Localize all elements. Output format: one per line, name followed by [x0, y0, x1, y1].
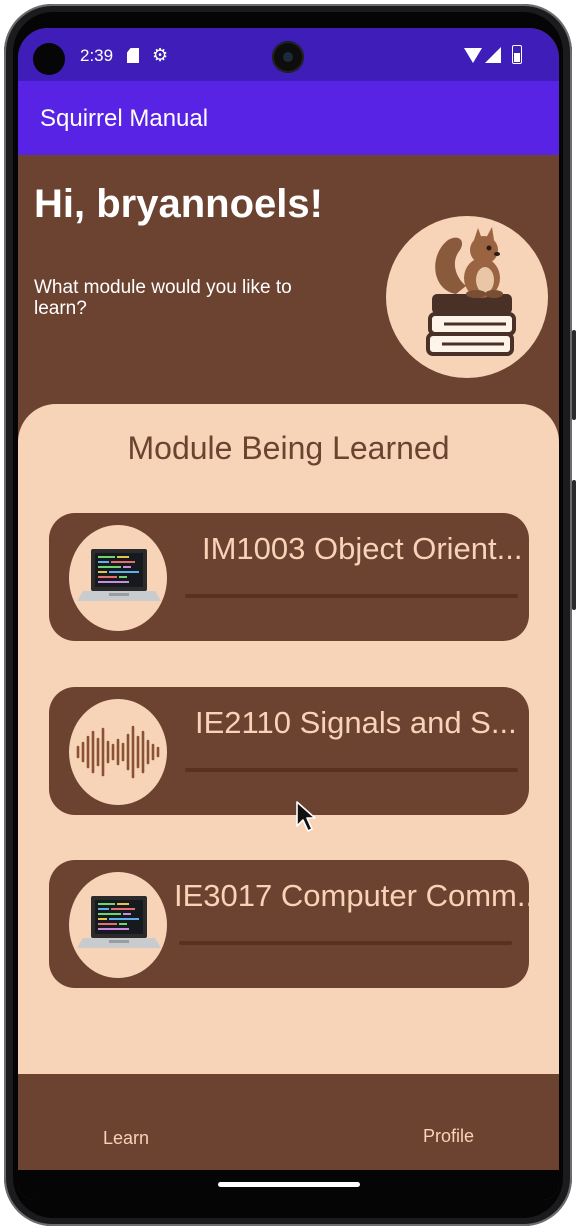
module-card[interactable]: IE2110 Signals and S...	[49, 687, 529, 815]
squirrel-on-books-icon	[386, 216, 548, 378]
front-camera-icon	[272, 41, 304, 73]
wifi-icon	[464, 48, 482, 63]
screen: 2:39 ⚙ Squirrel Manual Hi, bryannoels! W…	[18, 28, 559, 1200]
module-prompt: What module would you like to learn?	[34, 277, 292, 319]
module-card[interactable]: IE3017 Computer Comm...	[49, 860, 543, 988]
panel-title: Module Being Learned	[127, 430, 450, 466]
signal-icon	[485, 47, 501, 63]
sound-wave-icon	[69, 699, 167, 805]
bottom-nav: Learn Profile	[18, 1074, 559, 1170]
app-bar: Squirrel Manual	[18, 81, 559, 155]
nav-learn[interactable]: Learn	[103, 1128, 149, 1149]
module-name: IE3017 Computer Comm...	[174, 878, 543, 913]
module-name: IM1003 Object Orient...	[202, 531, 523, 566]
module-card[interactable]: IM1003 Object Orient...	[49, 513, 529, 641]
mouse-cursor-icon	[296, 801, 316, 832]
power-button	[572, 480, 576, 610]
app-title: Squirrel Manual	[40, 105, 209, 132]
module-panel: Module Being Learned IM1003 Object Orien…	[18, 404, 559, 1074]
module-progress-bar	[179, 941, 512, 945]
volume-button	[572, 330, 576, 420]
module-progress-bar	[185, 594, 518, 598]
sd-card-icon	[127, 48, 139, 63]
gesture-bar	[18, 1170, 559, 1200]
status-bar: 2:39 ⚙	[18, 28, 559, 81]
laptop-code-icon	[69, 525, 167, 631]
status-time: 2:39	[80, 46, 114, 65]
greeting-heading: Hi, bryannoels!	[34, 182, 323, 226]
module-progress-bar	[185, 768, 518, 772]
laptop-code-icon	[69, 872, 167, 978]
module-name: IE2110 Signals and S...	[195, 705, 517, 740]
camera-icon	[33, 43, 65, 75]
gear-icon: ⚙	[152, 45, 169, 65]
home-gesture-handle[interactable]	[218, 1182, 360, 1187]
nav-profile[interactable]: Profile	[423, 1126, 474, 1147]
battery-icon	[512, 45, 522, 64]
